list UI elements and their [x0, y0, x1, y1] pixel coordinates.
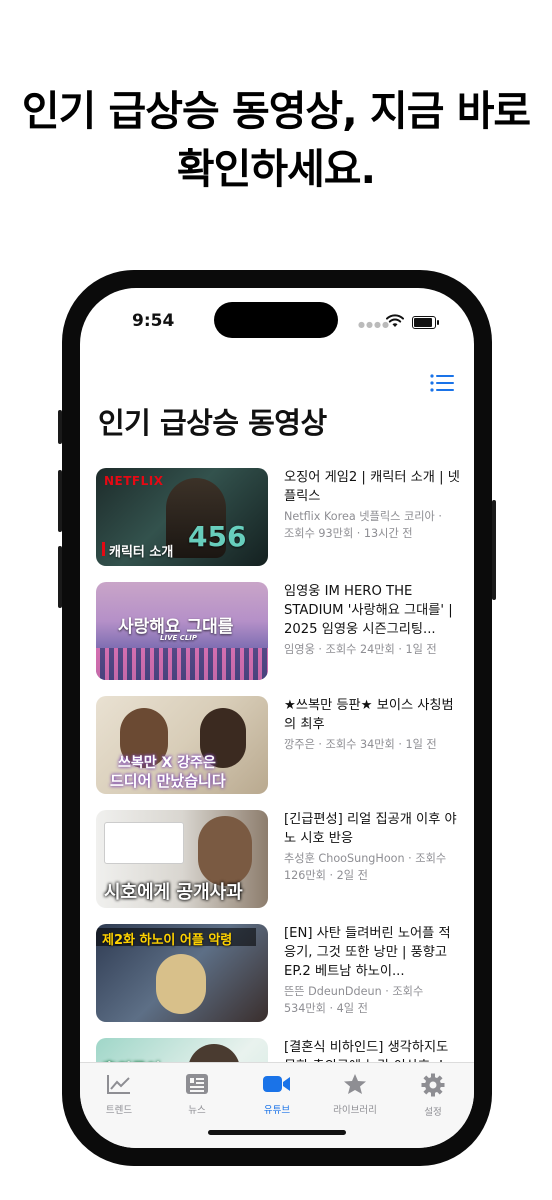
video-title: [긴급편성] 리얼 집공개 이후 야노 시호 반응 [284, 812, 457, 846]
thumb-number: 456 [188, 520, 247, 553]
home-indicator[interactable] [208, 1130, 346, 1135]
thumb-caption: 캐릭터 소개 [109, 545, 174, 560]
chart-icon [107, 1075, 130, 1094]
video-item[interactable]: NETFLIX 456 캐릭터 소개 오징어 게임2 | 캐릭터 소개 | 넷플… [96, 468, 460, 568]
app-screen: 9:54 ●●●● 인기 급상승 동영상 NETFLIX 456 캐릭터 소개 … [80, 288, 474, 1148]
mute-switch [58, 410, 62, 444]
tab-label: 트렌드 [105, 1105, 133, 1116]
tab-label: 유튜브 [263, 1105, 291, 1116]
phone-frame: 9:54 ●●●● 인기 급상승 동영상 NETFLIX 456 캐릭터 소개 … [58, 270, 496, 1166]
thumb-small-caption: LIVE CLIP [160, 634, 198, 642]
battery-icon [412, 316, 439, 329]
tab-bar: 트렌드 뉴스 유튜브 라이브러리 설정 [80, 1062, 474, 1148]
video-channel-views: 뜬뜬 DdeunDdeun · 조회수 534만회 · 4일 전 [284, 983, 460, 1017]
status-time: 9:54 [132, 311, 175, 331]
video-camera-icon [263, 1076, 290, 1092]
video-title: ★쓰복만 등판★ 보이스 사칭범의 최후 [284, 698, 454, 732]
video-sub-line1: 추성훈 ChooSungHoon · 조회수 [284, 852, 447, 865]
video-channel-views: 깡주은 · 조회수 34만회 · 1일 전 [284, 738, 437, 751]
video-title: 오징어 게임2 | 캐릭터 소개 | 넷플릭스 [284, 470, 460, 504]
thumb-caption: 시호에게 공개사과 [104, 882, 243, 903]
tab-trends[interactable]: 트렌드 [84, 1073, 154, 1116]
dynamic-island [214, 302, 338, 338]
promo-headline-line2: 확인하세요. [176, 145, 376, 193]
gear-icon [421, 1073, 445, 1097]
video-meta: [EN] 사탄 들려버린 노어플 적응기, 그것 또한 낭만 | 풍향고 EP.… [284, 924, 460, 1017]
video-item[interactable]: 제2화 하노이 어플 악령 [EN] 사탄 들려버린 노어플 적응기, 그것 또… [96, 924, 458, 1024]
video-channel-views: Netflix Korea 넷플릭스 코리아 · 조회수 93만회 · 13시간… [284, 508, 460, 542]
video-sub-line1: Netflix Korea 넷플릭스 코리아 · [284, 510, 442, 523]
video-meta: [긴급편성] 리얼 집공개 이후 야노 시호 반응 추성훈 ChooSungHo… [284, 810, 460, 884]
tab-label: 설정 [424, 1107, 442, 1118]
thumb-caption: 제2화 하노이 어플 악령 [102, 933, 233, 948]
video-sub-line2: 126만회 · 2일 전 [284, 869, 368, 882]
video-meta: 오징어 게임2 | 캐릭터 소개 | 넷플릭스 Netflix Korea 넷플… [284, 468, 460, 542]
promo-headline: 인기 급상승 동영상, 지금 바로 확인하세요. [0, 82, 552, 198]
thumb-brand: NETFLIX [104, 474, 164, 488]
tab-youtube[interactable]: 유튜브 [242, 1073, 312, 1116]
video-item[interactable]: 시호에게 공개사과 [긴급편성] 리얼 집공개 이후 야노 시호 반응 추성훈 … [96, 810, 458, 910]
video-item[interactable]: 쓰복만 X 강주은 드디어 만났습니다 ★쓰복만 등판★ 보이스 사칭범의 최후… [96, 696, 458, 796]
newspaper-icon [186, 1074, 208, 1094]
thumb-caption-1: 쓰복만 X 강주은 [118, 755, 216, 771]
video-item[interactable]: 사랑해요 그대를 LIVE CLIP 임영웅 IM HERO THE STADI… [96, 582, 458, 682]
tab-news[interactable]: 뉴스 [162, 1073, 232, 1116]
video-sub-line2: 534만회 · 4일 전 [284, 1002, 368, 1015]
wifi-icon [386, 314, 404, 327]
video-title: [EN] 사탄 들려버린 노어플 적응기, 그것 또한 낭만 | 풍향고 EP.… [284, 926, 451, 979]
video-thumbnail[interactable]: 시호에게 공개사과 [96, 810, 268, 908]
tab-settings[interactable]: 설정 [398, 1073, 468, 1118]
video-channel-views: 임영웅 · 조회수 24만회 · 1일 전 [284, 643, 437, 656]
volume-down-button [58, 546, 62, 608]
power-button [492, 500, 496, 600]
video-sub-line1: 뜬뜬 DdeunDdeun · 조회수 [284, 985, 424, 998]
video-thumbnail[interactable]: 쓰복만 X 강주은 드디어 만났습니다 [96, 696, 268, 794]
list-menu-icon[interactable] [430, 374, 454, 392]
tab-label: 라이브러리 [333, 1105, 377, 1116]
tab-library[interactable]: 라이브러리 [320, 1073, 390, 1116]
video-channel-views: 추성훈 ChooSungHoon · 조회수 126만회 · 2일 전 [284, 850, 460, 884]
video-title: 임영웅 IM HERO THE STADIUM '사랑해요 그대를' | 202… [284, 584, 453, 637]
promo-headline-line1: 인기 급상승 동영상, 지금 바로 [21, 87, 531, 135]
tab-label: 뉴스 [188, 1105, 206, 1116]
volume-up-button [58, 470, 62, 532]
thumb-caption-2: 드디어 만났습니다 [110, 772, 226, 790]
video-sub-line2: 조회수 93만회 · 13시간 전 [284, 527, 413, 540]
page-title: 인기 급상승 동영상 [98, 406, 327, 440]
video-thumbnail[interactable]: NETFLIX 456 캐릭터 소개 [96, 468, 268, 566]
status-icons: ●●●● [358, 314, 458, 332]
video-thumbnail[interactable]: 제2화 하노이 어플 악령 [96, 924, 268, 1022]
video-thumbnail[interactable]: 사랑해요 그대를 LIVE CLIP [96, 582, 268, 680]
video-meta: 임영웅 IM HERO THE STADIUM '사랑해요 그대를' | 202… [284, 582, 460, 658]
star-icon [344, 1074, 366, 1094]
video-meta: ★쓰복만 등판★ 보이스 사칭범의 최후 깡주은 · 조회수 34만회 · 1일… [284, 696, 460, 753]
